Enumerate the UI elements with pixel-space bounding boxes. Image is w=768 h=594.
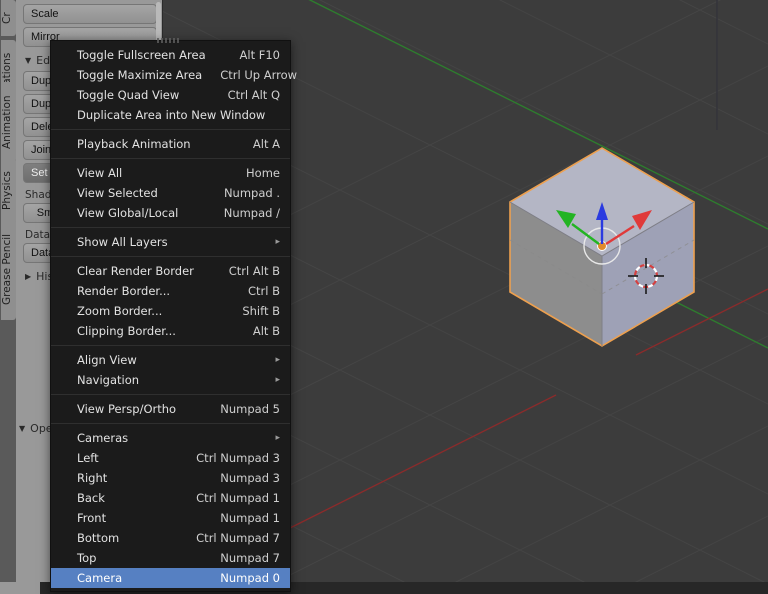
- chevron-down-icon: ▼: [19, 424, 26, 433]
- menu-item-label: Toggle Quad View: [77, 88, 180, 102]
- chevron-down-icon: ▼: [25, 56, 32, 65]
- menu-separator: [51, 394, 290, 395]
- menu-item-shortcut: Ctrl Up Arrow: [220, 68, 298, 82]
- menu-item-label: Clear Render Border: [77, 264, 194, 278]
- menu-item-label: Front: [77, 511, 107, 525]
- chevron-right-icon: ▸: [275, 375, 280, 385]
- chevron-right-icon: ▶: [25, 272, 32, 281]
- menu-item-shortcut: Numpad 7: [220, 551, 280, 565]
- menu-item-clipping-border[interactable]: Clipping Border... Alt B: [51, 321, 290, 341]
- menu-item-view-top[interactable]: Top Numpad 7: [51, 548, 290, 568]
- menu-item-shortcut: Ctrl Numpad 1: [196, 491, 280, 505]
- menu-separator: [51, 423, 290, 424]
- bottom-bar-left-segment: [0, 582, 40, 594]
- menu-item-view-global-local[interactable]: View Global/Local Numpad /: [51, 203, 290, 223]
- tab-grease-pencil[interactable]: Grease Pencil: [1, 219, 16, 320]
- menu-item-view-persp-ortho[interactable]: View Persp/Ortho Numpad 5: [51, 399, 290, 419]
- menu-item-shortcut: Numpad 1: [220, 511, 280, 525]
- tool-shelf-tab-column: Cr Relations Animation Physics Grease Pe…: [0, 0, 16, 582]
- menu-item-label: View All: [77, 166, 123, 180]
- menu-item-label: View Global/Local: [77, 206, 179, 220]
- menu-item-label: Cameras: [77, 431, 129, 445]
- menu-item-label: Duplicate Area into New Window: [77, 108, 266, 122]
- menu-item-label: View Persp/Ortho: [77, 402, 177, 416]
- menu-item-shortcut: Ctrl Alt B: [228, 264, 280, 278]
- chevron-right-icon: ▸: [275, 433, 280, 443]
- menu-separator: [51, 227, 290, 228]
- menu-item-toggle-quad-view[interactable]: Toggle Quad View Ctrl Alt Q: [51, 85, 290, 105]
- menu-separator: [51, 158, 290, 159]
- menu-item-label: Show All Layers: [77, 235, 168, 249]
- menu-item-label: Left: [77, 451, 99, 465]
- chevron-right-icon: ▸: [275, 237, 280, 247]
- menu-item-view-camera[interactable]: Camera Numpad 0: [51, 568, 290, 588]
- menu-item-label: Camera: [77, 571, 123, 585]
- menu-item-cameras[interactable]: Cameras ▸: [51, 428, 290, 448]
- menu-item-render-border[interactable]: Render Border... Ctrl B: [51, 281, 290, 301]
- menu-item-label: Render Border...: [77, 284, 171, 298]
- menu-item-zoom-border[interactable]: Zoom Border... Shift B: [51, 301, 290, 321]
- menu-item-clear-render-border[interactable]: Clear Render Border Ctrl Alt B: [51, 261, 290, 281]
- menu-item-view-left[interactable]: Left Ctrl Numpad 3: [51, 448, 290, 468]
- menu-item-view-back[interactable]: Back Ctrl Numpad 1: [51, 488, 290, 508]
- chevron-right-icon: ▸: [275, 355, 280, 365]
- menu-separator: [51, 129, 290, 130]
- menu-item-label: Top: [77, 551, 97, 565]
- blender-window: Cr Relations Animation Physics Grease Pe…: [0, 0, 768, 594]
- menu-item-navigation[interactable]: Navigation ▸: [51, 370, 290, 390]
- menu-item-playback-animation[interactable]: Playback Animation Alt A: [51, 134, 290, 154]
- menu-item-label: Back: [77, 491, 105, 505]
- menu-item-label: Zoom Border...: [77, 304, 163, 318]
- menu-item-view-front[interactable]: Front Numpad 1: [51, 508, 290, 528]
- menu-item-duplicate-area-into-new-window[interactable]: Duplicate Area into New Window: [51, 105, 290, 125]
- menu-item-label: View Selected: [77, 186, 158, 200]
- menu-item-shortcut: Alt B: [252, 324, 280, 338]
- tab-animation[interactable]: Animation: [1, 82, 16, 162]
- menu-item-shortcut: Ctrl B: [247, 284, 280, 298]
- menu-item-shortcut: Numpad 0: [220, 571, 280, 585]
- cube-object[interactable]: [508, 140, 696, 348]
- menu-item-align-view[interactable]: Align View ▸: [51, 350, 290, 370]
- menu-item-view-selected[interactable]: View Selected Numpad .: [51, 183, 290, 203]
- scale-button[interactable]: Scale: [23, 4, 157, 24]
- menu-separator: [51, 345, 290, 346]
- menu-drag-grip[interactable]: [157, 38, 179, 43]
- menu-item-shortcut: Numpad 3: [220, 471, 280, 485]
- menu-item-toggle-maximize-area[interactable]: Toggle Maximize Area Ctrl Up Arrow: [51, 65, 297, 85]
- view-menu[interactable]: Toggle Fullscreen Area Alt F10 Toggle Ma…: [50, 38, 297, 592]
- menu-item-shortcut: Shift B: [242, 304, 280, 318]
- menu-item-view-right[interactable]: Right Numpad 3: [51, 468, 290, 488]
- menu-item-label: Clipping Border...: [77, 324, 176, 338]
- menu-item-toggle-fullscreen-area[interactable]: Toggle Fullscreen Area Alt F10: [51, 45, 290, 65]
- menu-item-shortcut: Numpad .: [223, 186, 280, 200]
- tab-physics[interactable]: Physics: [1, 158, 16, 224]
- menu-separator: [51, 256, 290, 257]
- menu-item-shortcut: Numpad 5: [220, 402, 280, 416]
- menu-item-label: Align View: [77, 353, 137, 367]
- menu-item-shortcut: Home: [246, 166, 280, 180]
- menu-item-view-all[interactable]: View All Home: [51, 163, 290, 183]
- menu-item-shortcut: Numpad /: [223, 206, 280, 220]
- tab-create[interactable]: Cr: [1, 0, 16, 36]
- menu-item-label: Playback Animation: [77, 137, 191, 151]
- menu-item-shortcut: Alt F10: [239, 48, 280, 62]
- menu-item-label: Toggle Fullscreen Area: [77, 48, 206, 62]
- menu-item-label: Navigation: [77, 373, 140, 387]
- menu-item-view-bottom[interactable]: Bottom Ctrl Numpad 7: [51, 528, 290, 548]
- menu-item-label: Bottom: [77, 531, 120, 545]
- menu-item-shortcut: Alt A: [252, 137, 280, 151]
- menu-item-shortcut: Ctrl Numpad 3: [196, 451, 280, 465]
- menu-item-label: Toggle Maximize Area: [77, 68, 203, 82]
- menu-item-label: Right: [77, 471, 108, 485]
- menu-item-shortcut: Ctrl Numpad 7: [196, 531, 280, 545]
- menu-item-show-all-layers[interactable]: Show All Layers ▸: [51, 232, 290, 252]
- menu-item-shortcut: Ctrl Alt Q: [227, 88, 280, 102]
